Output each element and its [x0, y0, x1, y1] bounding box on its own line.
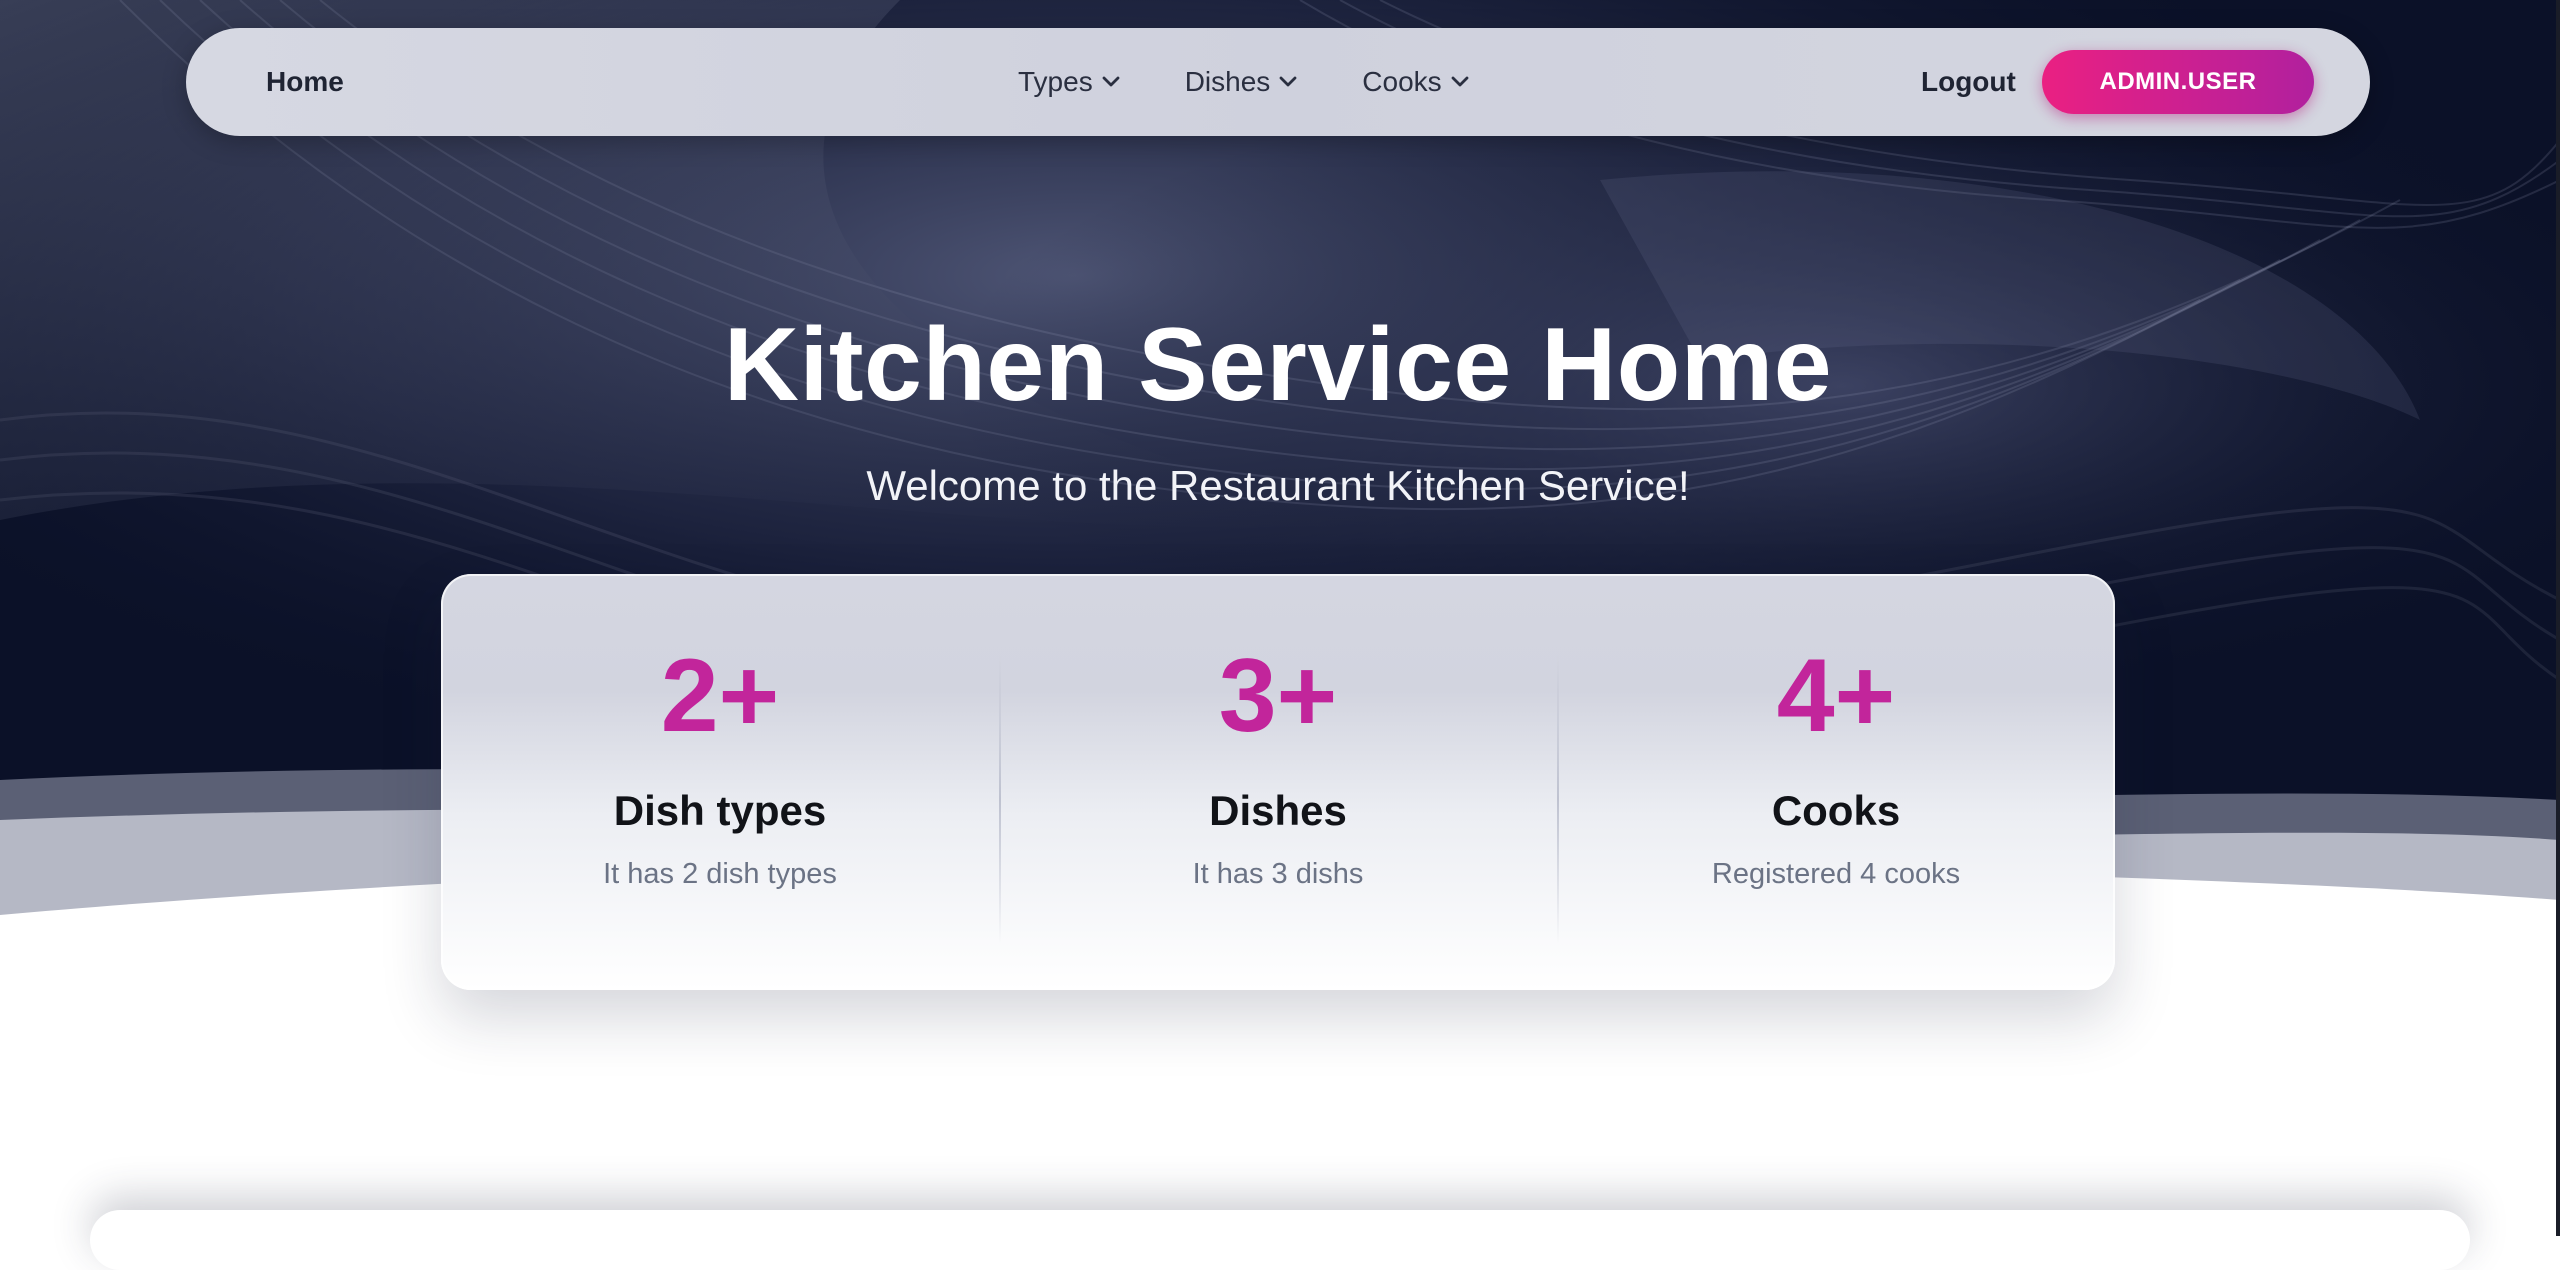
nav-dropdown-label: Types	[1018, 66, 1093, 97]
stat-value: 4+	[1776, 638, 1896, 754]
chevron-down-icon	[1278, 72, 1298, 92]
window-edge	[2556, 0, 2560, 1236]
logout-link[interactable]: Logout	[1921, 28, 2016, 136]
stat-value: 2+	[660, 638, 780, 754]
stat-value: 3+	[1218, 638, 1338, 754]
nav-dropdown-label: Dishes	[1184, 66, 1271, 97]
chevron-down-icon	[1450, 72, 1470, 92]
stat-description: Registered 4 cooks	[1711, 858, 1961, 890]
chevron-down-icon	[1101, 72, 1121, 92]
stat-dish-types: 2+ Dish types It has 2 dish types	[441, 574, 999, 990]
nav-dropdown-label: Cooks	[1362, 66, 1442, 97]
user-account-button[interactable]: ADMIN.USER	[2042, 50, 2314, 114]
content-section	[90, 1210, 2470, 1270]
stat-description: It has 2 dish types	[603, 858, 837, 890]
stats-card: 2+ Dish types It has 2 dish types 3+ Dis…	[441, 574, 2115, 990]
stat-description: It has 3 dishs	[1192, 858, 1364, 890]
page-title: Kitchen Service Home	[723, 307, 1833, 423]
nav-dropdown-types[interactable]: Types	[1018, 66, 1121, 98]
nav-dropdown-dishes[interactable]: Dishes	[1185, 66, 1299, 98]
stat-cooks: 4+ Cooks Registered 4 cooks	[1557, 574, 2115, 990]
nav-dropdown-group: Types Dishes Cooks	[1018, 28, 1470, 136]
stat-label: Cooks	[1771, 787, 1901, 834]
nav-dropdown-cooks[interactable]: Cooks	[1362, 66, 1469, 98]
stat-dishes: 3+ Dishes It has 3 dishs	[999, 574, 1557, 990]
stat-label: Dish types	[613, 787, 827, 834]
top-navbar: Home Types Dishes Cooks Logout ADMIN.USE…	[186, 28, 2370, 136]
page-subtitle: Welcome to the Restaurant Kitchen Servic…	[866, 462, 1690, 509]
stat-label: Dishes	[1209, 787, 1347, 834]
nav-home-link[interactable]: Home	[266, 28, 344, 136]
